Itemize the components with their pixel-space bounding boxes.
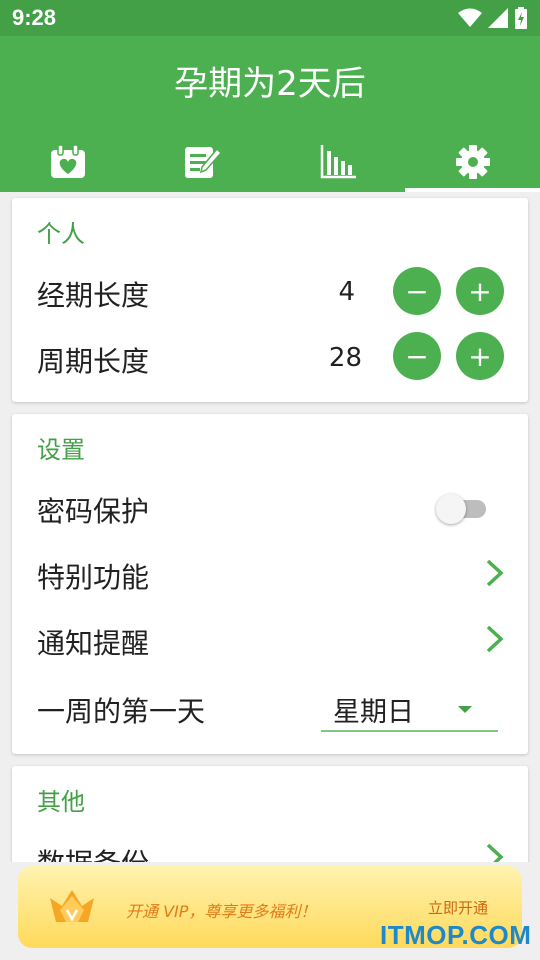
bar-chart-icon (320, 145, 356, 179)
watermark: ITMOP.COM (380, 920, 532, 950)
notification-reminder-label[interactable]: 通知提醒 (37, 622, 149, 662)
gear-icon (455, 145, 490, 179)
cycle-length-increase-button[interactable]: + (456, 332, 504, 380)
chevron-right-icon[interactable] (484, 624, 506, 654)
chevron-right-icon[interactable] (484, 842, 506, 862)
status-time: 9:28 (12, 5, 57, 30)
tab-statistics[interactable] (270, 132, 405, 192)
cycle-length-decrease-button[interactable]: − (393, 332, 441, 380)
app-screen: 9:28 孕期为2天后 个人 经期长度 4 − + 周期长度 28 − + 设置… (0, 0, 540, 862)
tab-settings[interactable] (405, 132, 540, 192)
password-protection-label: 密码保护 (37, 495, 150, 528)
page-title: 孕期为2天后 (174, 64, 366, 104)
first-day-of-week-value: 星期日 (333, 697, 414, 728)
first-day-of-week-select[interactable]: 星期日 (321, 686, 498, 732)
period-length-decrease-button[interactable]: − (393, 267, 441, 315)
switch-knob (436, 494, 466, 524)
period-length-label: 经期长度 (37, 279, 150, 312)
cycle-length-label: 周期长度 (37, 345, 150, 378)
chevron-right-icon[interactable] (484, 558, 506, 588)
tab-calendar[interactable] (0, 132, 135, 192)
tab-notes[interactable] (135, 132, 270, 192)
personal-card: 个人 经期长度 4 − + 周期长度 28 − + (12, 198, 528, 402)
vip-crown-icon (50, 890, 94, 922)
app-bar: 孕期为2天后 (0, 36, 540, 192)
settings-card: 设置 密码保护 特别功能 通知提醒 一周的第一天 星期日 (12, 414, 528, 754)
status-icons (458, 7, 528, 29)
other-section-title: 其他 (37, 788, 85, 816)
first-day-of-week-label: 一周的第一天 (37, 695, 206, 728)
cycle-length-value: 28 (328, 343, 362, 373)
settings-section-title: 设置 (37, 436, 85, 464)
other-card: 其他 数据备份 (12, 766, 528, 862)
data-backup-label[interactable]: 数据备份 (37, 842, 149, 862)
password-protection-switch[interactable] (436, 490, 490, 526)
battery-charging-icon (515, 7, 527, 29)
notes-edit-icon (184, 147, 222, 178)
tab-bar (0, 132, 540, 192)
vip-promo-text: 开通 VIP，尊享更多福利！ (126, 902, 317, 921)
wifi-icon (458, 8, 482, 27)
calendar-heart-icon (50, 145, 85, 178)
period-length-increase-button[interactable]: + (456, 267, 504, 315)
vip-open-button[interactable]: 立即开通 (428, 897, 488, 918)
period-length-value: 4 (338, 277, 355, 307)
dropdown-caret-icon (458, 706, 472, 713)
signal-icon (488, 8, 508, 28)
personal-section-title: 个人 (37, 220, 85, 248)
status-bar: 9:28 (0, 0, 540, 36)
special-features-label[interactable]: 特别功能 (37, 556, 149, 596)
